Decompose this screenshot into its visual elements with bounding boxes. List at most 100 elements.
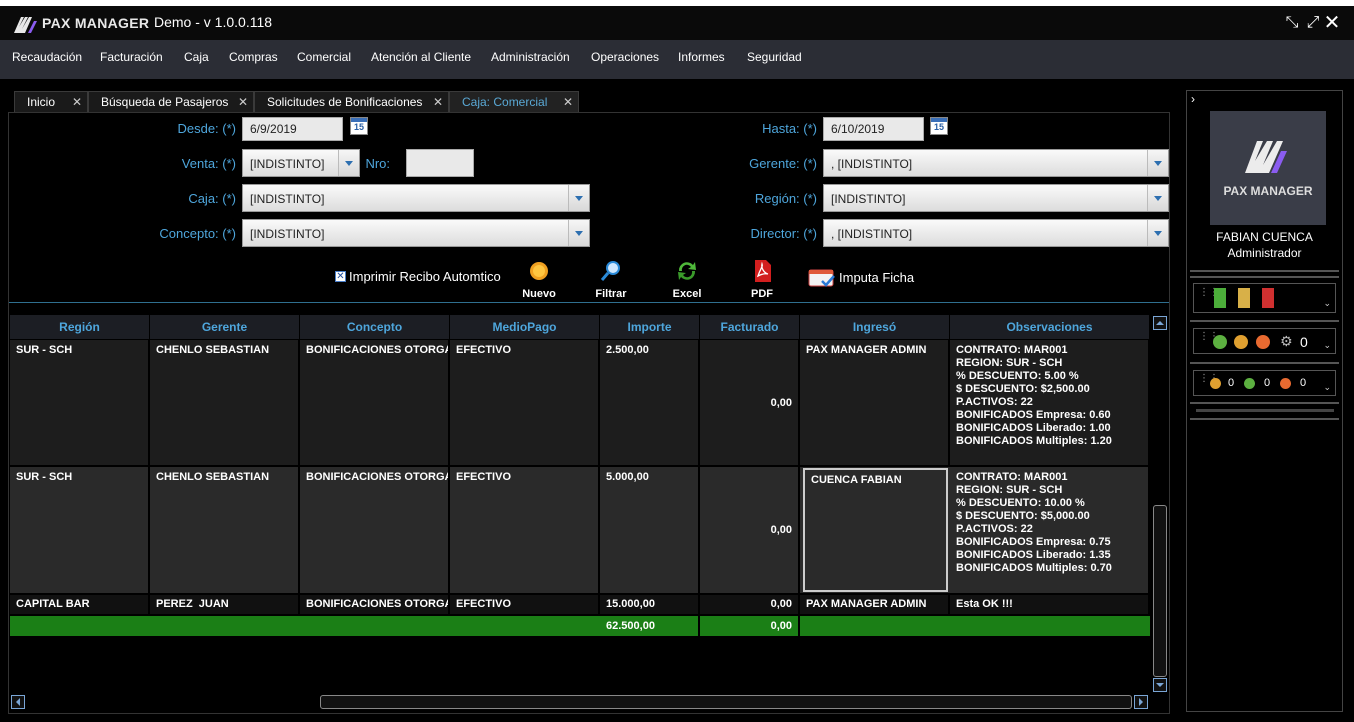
desde-calendar-icon[interactable]: 15 xyxy=(350,117,368,135)
total-facturado: 0,00 xyxy=(700,616,800,636)
tab-busqueda-pasajeros[interactable]: Búsqueda de Pasajeros ✕ xyxy=(88,91,254,113)
chevron-down-icon[interactable] xyxy=(338,150,359,176)
chevron-down-icon[interactable] xyxy=(568,220,589,246)
vertical-scroll-thumb[interactable] xyxy=(1153,505,1167,677)
user-green-icon[interactable] xyxy=(1213,335,1227,349)
cell-concepto: BONIFICACIONES OTORGADAS xyxy=(300,467,450,593)
venta-select[interactable]: [INDISTINTO] xyxy=(242,149,360,177)
scroll-up-icon[interactable] xyxy=(1153,316,1167,330)
menu-comercial[interactable]: Comercial xyxy=(297,50,351,64)
divider xyxy=(1190,362,1339,364)
menu-operaciones[interactable]: Operaciones xyxy=(591,50,659,64)
total-importe: 62.500,00 xyxy=(600,616,700,636)
menu-facturacion[interactable]: Facturación xyxy=(100,50,163,64)
gerente-select[interactable]: , [INDISTINTO] xyxy=(823,149,1169,177)
menu-caja[interactable]: Caja xyxy=(184,50,209,64)
chevron-down-icon[interactable] xyxy=(1147,150,1168,176)
pdf-label: PDF xyxy=(751,288,773,300)
menu-administracion[interactable]: Administración xyxy=(491,50,570,64)
tab-solicitudes-bonificaciones[interactable]: Solicitudes de Bonificaciones ✕ xyxy=(254,91,449,113)
chevron-down-icon[interactable]: ⌄ xyxy=(1323,298,1331,309)
region-select[interactable]: [INDISTINTO] xyxy=(823,184,1169,212)
collapse-panel-icon[interactable]: › xyxy=(1191,92,1195,106)
concepto-select[interactable]: [INDISTINTO] xyxy=(242,219,590,247)
chevron-down-icon[interactable]: ⌄ xyxy=(1323,382,1331,393)
user-avatar: PAX MANAGER xyxy=(1210,111,1326,225)
filtrar-button[interactable]: Filtrar xyxy=(591,259,631,300)
green-book-icon[interactable] xyxy=(1214,288,1226,308)
cell-region: SUR - SCH xyxy=(10,467,150,593)
cell-gerente: PEREZ JUAN xyxy=(150,595,300,614)
close-icon[interactable]: ✕ xyxy=(1323,13,1341,33)
user-name: FABIAN CUENCA xyxy=(1216,230,1313,244)
users-icon[interactable] xyxy=(1234,335,1248,349)
menu-seguridad[interactable]: Seguridad xyxy=(747,50,802,64)
column-header-observaciones[interactable]: Observaciones xyxy=(950,315,1150,339)
horizontal-scroll-thumb[interactable] xyxy=(320,695,1132,709)
red-book-icon[interactable] xyxy=(1262,288,1274,308)
minimize-icon[interactable]: ⤡ xyxy=(1283,14,1301,32)
imputa-ficha-button[interactable] xyxy=(808,268,836,288)
chevron-down-icon[interactable]: ⌄ xyxy=(1323,340,1331,351)
maximize-icon[interactable]: ⤢ xyxy=(1304,14,1322,32)
column-header-facturado[interactable]: Facturado xyxy=(700,315,800,339)
tab-inicio[interactable]: Inicio ✕ xyxy=(14,91,88,113)
chevron-down-icon[interactable] xyxy=(568,185,589,211)
excel-button[interactable]: Excel xyxy=(667,259,707,300)
scroll-right-icon[interactable] xyxy=(1134,695,1148,709)
caja-select[interactable]: [INDISTINTO] xyxy=(242,184,590,212)
main-menu-bar: Recaudación Facturación Caja Compras Com… xyxy=(0,40,1354,79)
tab-caja-comercial[interactable]: Caja: Comercial ✕ xyxy=(449,91,579,113)
cell-medio: EFECTIVO xyxy=(450,340,600,465)
desde-date-input[interactable]: 6/9/2019 xyxy=(242,117,343,141)
cell-region: CAPITAL BAR xyxy=(10,595,150,614)
hasta-calendar-icon[interactable]: 15 xyxy=(930,117,948,135)
print-receipt-checkbox[interactable]: ✕ xyxy=(335,271,346,282)
director-select[interactable]: , [INDISTINTO] xyxy=(823,219,1169,247)
counters-widget[interactable]: ⋮⋮ 0 0 0 ⌄ xyxy=(1193,370,1336,396)
pdf-icon xyxy=(755,260,771,282)
cell-medio: EFECTIVO xyxy=(450,595,600,614)
gear-icon[interactable]: ⚙ xyxy=(1280,333,1293,350)
user-green-icon[interactable] xyxy=(1244,378,1255,389)
cell-ingreso-selected[interactable]: CUENCA FABIAN xyxy=(803,468,948,592)
column-header-importe[interactable]: Importe xyxy=(600,315,700,339)
users-widget[interactable]: ⋮⋮ ⚙ 0 ⌄ xyxy=(1193,328,1336,354)
close-tab-icon[interactable]: ✕ xyxy=(433,95,443,109)
yellow-book-icon[interactable] xyxy=(1238,288,1250,308)
column-header-ingreso[interactable]: Ingresó xyxy=(800,315,950,339)
menu-recaudacion[interactable]: Recaudación xyxy=(12,50,82,64)
divider xyxy=(1190,402,1339,404)
cell-observaciones: CONTRATO: MAR001 REGION: SUR - SCH % DES… xyxy=(950,467,1150,593)
avatar-logo-text: PAX MANAGER xyxy=(1223,184,1313,198)
cell-observaciones: CONTRATO: MAR001 REGION: SUR - SCH % DES… xyxy=(950,340,1150,465)
hasta-date-input[interactable]: 6/10/2019 xyxy=(823,117,924,141)
users-icon[interactable] xyxy=(1210,378,1221,389)
nuevo-button[interactable]: Nuevo xyxy=(519,259,559,300)
heart-users-icon[interactable] xyxy=(1280,378,1291,389)
nro-input[interactable] xyxy=(406,149,474,177)
scroll-down-icon[interactable] xyxy=(1153,678,1167,692)
card-ficha-icon xyxy=(808,269,835,287)
menu-atencion-cliente[interactable]: Atención al Cliente xyxy=(371,50,471,64)
menu-compras[interactable]: Compras xyxy=(229,50,278,64)
count-c: 0 xyxy=(1300,377,1307,389)
count-a: 0 xyxy=(1228,377,1235,389)
menu-informes[interactable]: Informes xyxy=(678,50,725,64)
column-header-concepto[interactable]: Concepto xyxy=(300,315,450,339)
close-tab-icon[interactable]: ✕ xyxy=(563,95,573,109)
imputa-ficha-label[interactable]: Imputa Ficha xyxy=(839,270,914,285)
chevron-down-icon[interactable] xyxy=(1147,220,1168,246)
column-header-gerente[interactable]: Gerente xyxy=(150,315,300,339)
scroll-left-icon[interactable] xyxy=(11,695,25,709)
chevron-down-icon[interactable] xyxy=(1147,185,1168,211)
close-tab-icon[interactable]: ✕ xyxy=(72,95,82,109)
heart-users-icon[interactable] xyxy=(1256,335,1270,349)
pdf-button[interactable]: PDF xyxy=(742,259,782,300)
column-header-region[interactable]: Región xyxy=(10,315,150,339)
books-widget[interactable]: ⋮⋮ ⌄ xyxy=(1193,283,1336,313)
user-role: Administrador xyxy=(1227,246,1302,260)
close-tab-icon[interactable]: ✕ xyxy=(238,95,248,109)
pax-logo-icon xyxy=(1245,141,1287,173)
column-header-mediopago[interactable]: MedioPago xyxy=(450,315,600,339)
